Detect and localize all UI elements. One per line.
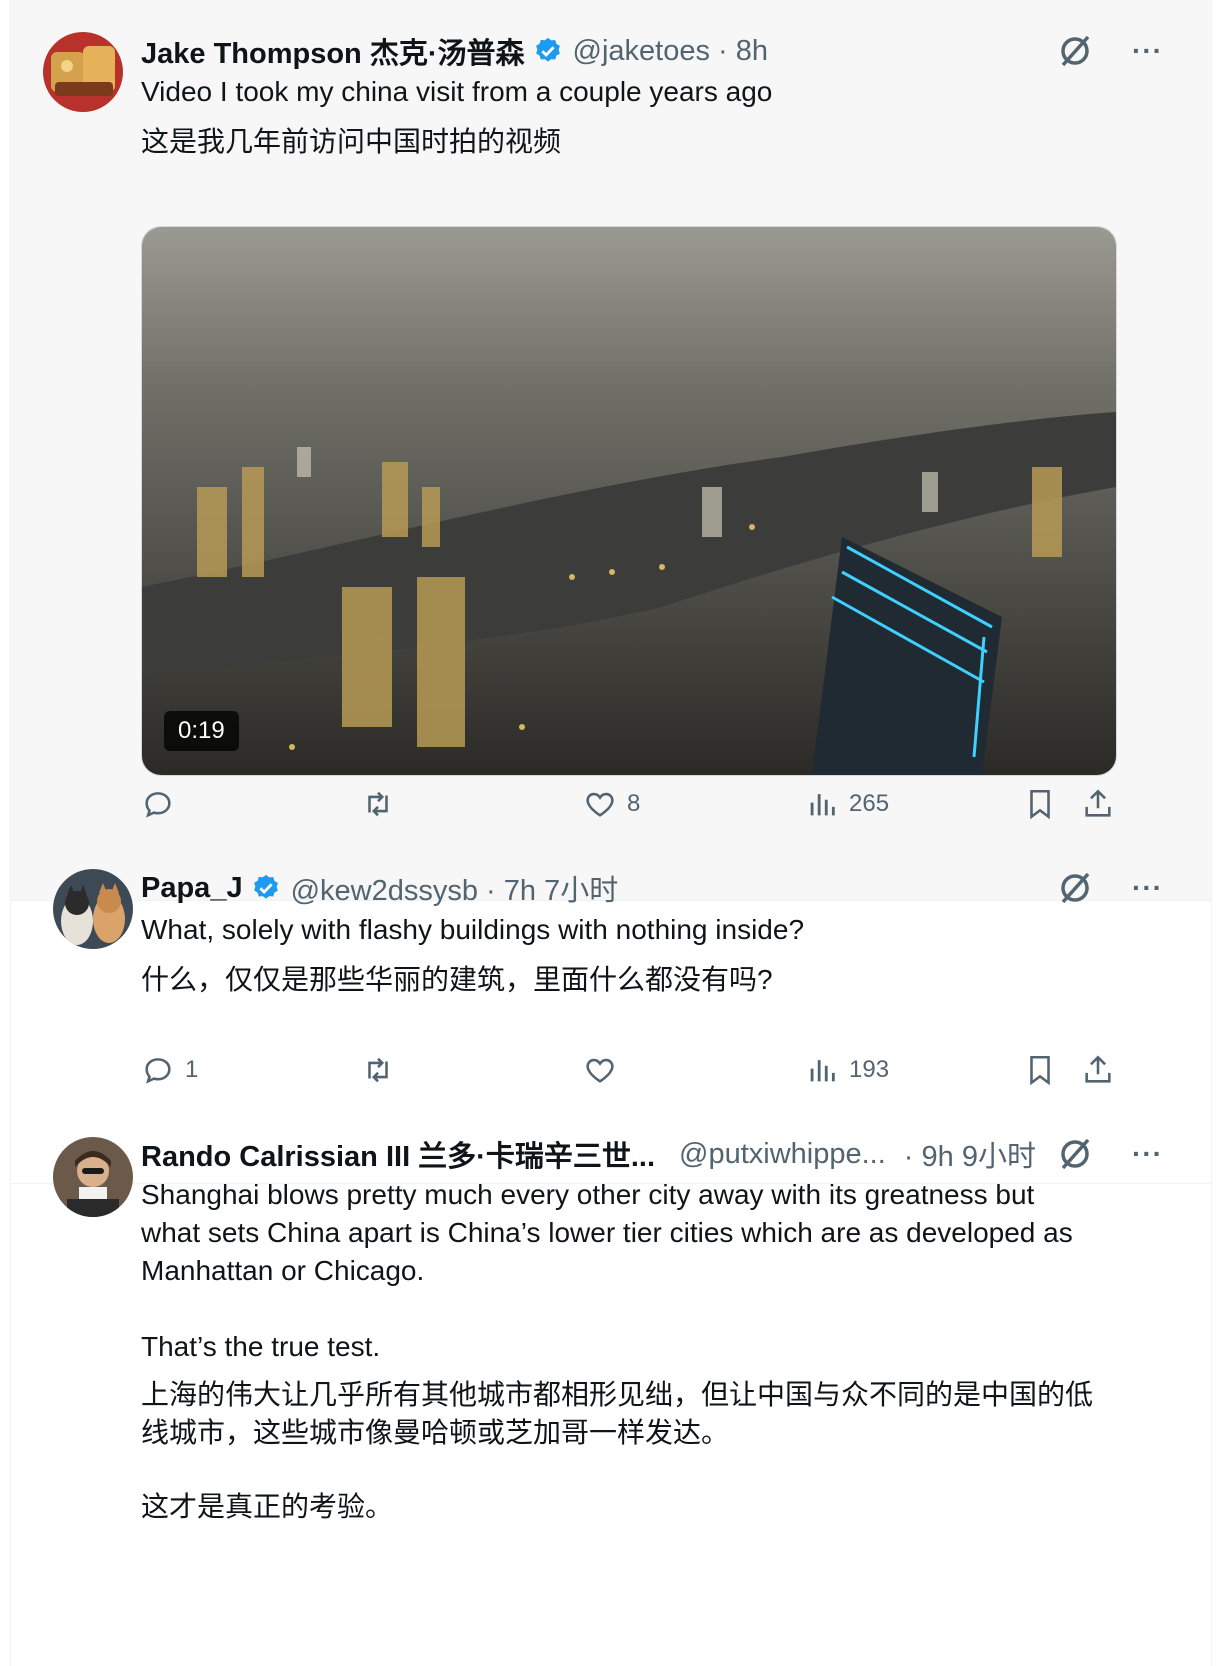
heart-icon bbox=[586, 1058, 614, 1083]
view-count: 265 bbox=[849, 790, 890, 817]
like-button[interactable]: 8 bbox=[583, 782, 640, 826]
view-count: 193 bbox=[849, 1056, 890, 1083]
handle-and-time[interactable]: @kew2dssysb · 7h 7小时 bbox=[291, 867, 619, 909]
video-thumbnail bbox=[142, 227, 1116, 775]
tweet-text: Shanghai blows pretty much every other c… bbox=[141, 1176, 1101, 1526]
reply-button[interactable]: 1 bbox=[141, 1048, 198, 1092]
tweet-text-zh-1: 上海的伟大让几乎所有其他城市都相形见绌，但让中国与众不同的是中国的低线城市，这些… bbox=[141, 1379, 1094, 1448]
bookmark-button[interactable] bbox=[1023, 1048, 1067, 1092]
share-button[interactable] bbox=[1081, 1048, 1125, 1092]
views-icon bbox=[810, 794, 835, 816]
views-icon bbox=[810, 1060, 835, 1082]
tweet-actions: 1 193 bbox=[141, 1048, 1131, 1092]
retweet-icon bbox=[368, 1057, 388, 1083]
display-name[interactable]: Rando Calrissian III 兰多·卡瑞辛三世... bbox=[141, 1133, 655, 1175]
heart-icon bbox=[586, 792, 614, 817]
tweet-text-en-1: Shanghai blows pretty much every other c… bbox=[141, 1179, 1073, 1286]
timestamp[interactable]: · 9h 9小时 bbox=[904, 1133, 1036, 1175]
views-button[interactable]: 193 bbox=[805, 1048, 889, 1092]
share-icon bbox=[1085, 789, 1111, 817]
bookmark-icon bbox=[1030, 1055, 1050, 1086]
reply-button[interactable] bbox=[141, 782, 185, 826]
reply-icon bbox=[145, 1058, 171, 1084]
more-options-icon[interactable]: ··· bbox=[1132, 872, 1163, 904]
tweet-header: Jake Thompson 杰克·汤普森 @jaketoes · 8h ··· bbox=[141, 28, 1211, 74]
verified-badge-icon bbox=[535, 37, 560, 62]
share-button[interactable] bbox=[1081, 782, 1125, 826]
verified-badge-icon bbox=[253, 874, 278, 899]
bookmark-icon bbox=[1030, 789, 1050, 820]
tweet[interactable]: Jake Thompson 杰克·汤普森 @jaketoes · 8h ··· … bbox=[11, 0, 1211, 901]
share-icon bbox=[1085, 1055, 1111, 1083]
tweet-text-zh: 什么，仅仅是那些华丽的建筑，里面什么都没有吗? bbox=[141, 964, 773, 995]
tweet-actions: 8 265 bbox=[141, 782, 1131, 826]
bookmark-button[interactable] bbox=[1023, 782, 1067, 826]
tweet-header: Rando Calrissian III 兰多·卡瑞辛三世... @putxiw… bbox=[141, 1131, 1211, 1177]
display-name[interactable]: Jake Thompson 杰克·汤普森 bbox=[141, 30, 525, 72]
like-count: 8 bbox=[627, 790, 641, 817]
more-options-icon[interactable]: ··· bbox=[1132, 35, 1163, 67]
like-button[interactable] bbox=[583, 1048, 627, 1092]
reply-count: 1 bbox=[185, 1056, 199, 1083]
views-button[interactable]: 265 bbox=[805, 782, 889, 826]
grok-icon[interactable] bbox=[1055, 31, 1095, 71]
avatar[interactable] bbox=[53, 1137, 133, 1217]
handle[interactable]: @putxiwhippe... bbox=[679, 1138, 886, 1171]
more-options-icon[interactable]: ··· bbox=[1132, 1138, 1163, 1170]
reply-icon bbox=[145, 792, 171, 818]
tweet-text-zh: 这是我几年前访问中国时拍的视频 bbox=[141, 126, 562, 157]
tweet-text: What, solely with flashy buildings with … bbox=[141, 910, 1171, 1000]
retweet-icon bbox=[368, 791, 388, 817]
avatar[interactable] bbox=[43, 32, 123, 112]
retweet-button[interactable] bbox=[361, 782, 405, 826]
grok-icon[interactable] bbox=[1055, 868, 1095, 908]
avatar[interactable] bbox=[53, 869, 133, 949]
tweet-header: Papa_J @kew2dssysb · 7h 7小时 ··· bbox=[141, 865, 1211, 911]
tweet-text-zh-2: 这才是真正的考验。 bbox=[141, 1491, 394, 1522]
timeline: Jake Thompson 杰克·汤普森 @jaketoes · 8h ··· … bbox=[10, 0, 1212, 1666]
tweet-text-en-2: That’s the true test. bbox=[141, 1331, 381, 1362]
retweet-button[interactable] bbox=[361, 1048, 405, 1092]
display-name[interactable]: Papa_J bbox=[141, 872, 243, 905]
handle-and-time[interactable]: @jaketoes · 8h bbox=[573, 35, 768, 68]
video-player[interactable]: 0:19 bbox=[141, 226, 1117, 776]
video-duration: 0:19 bbox=[164, 711, 239, 751]
tweet-text-en: What, solely with flashy buildings with … bbox=[141, 914, 805, 945]
tweet-text-en: Video I took my china visit from a coupl… bbox=[141, 76, 773, 107]
grok-icon[interactable] bbox=[1055, 1134, 1095, 1174]
tweet-text: Video I took my china visit from a coupl… bbox=[141, 72, 1171, 162]
